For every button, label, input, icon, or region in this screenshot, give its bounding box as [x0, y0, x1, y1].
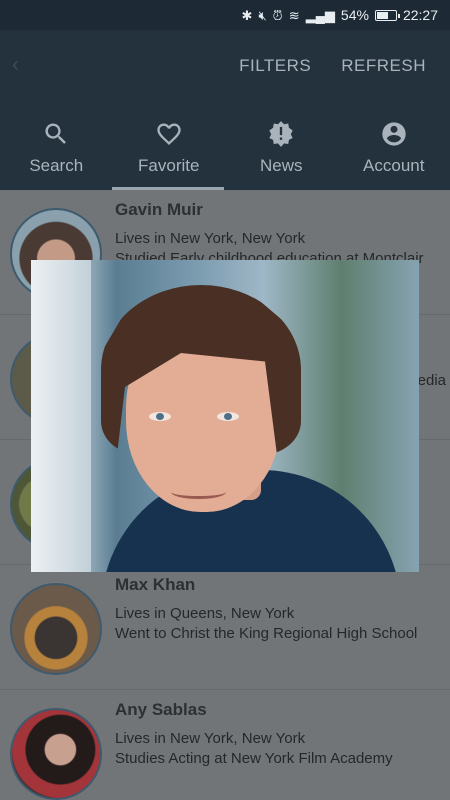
- filters-button[interactable]: FILTERS: [239, 56, 311, 76]
- list-item[interactable]: Max Khan Lives in Queens, New York Went …: [0, 565, 450, 690]
- heart-icon: [157, 123, 181, 145]
- account-icon: [382, 122, 406, 146]
- tab-account-label: Account: [363, 156, 425, 175]
- person-education: Studies Acting at New York Film Academy: [115, 750, 393, 767]
- app-bar-actions: FILTERS REFRESH: [239, 56, 426, 76]
- tab-favorite-label: Favorite: [138, 156, 200, 175]
- photo-left-eye: [149, 412, 171, 421]
- photo-right-eye: [217, 412, 239, 421]
- person-name: Max Khan: [115, 575, 196, 594]
- person-name: Gavin Muir: [115, 200, 203, 219]
- truncated-text: edia: [417, 372, 446, 389]
- alarm-icon: ⏰︎: [272, 7, 283, 23]
- mute-icon: 🔇︎: [258, 7, 267, 23]
- signal-icon: ▂▄▆: [305, 7, 335, 23]
- back-arrow-icon[interactable]: ‹: [12, 54, 19, 77]
- person-location: Lives in Queens, New York: [115, 605, 295, 622]
- search-icon: [45, 123, 67, 144]
- tab-news[interactable]: News: [225, 116, 338, 190]
- person-education: Went to Christ the King Regional High Sc…: [115, 625, 418, 642]
- battery-percent: 54%: [340, 7, 369, 23]
- photo-bright-edge: [31, 260, 91, 572]
- battery-icon: [374, 9, 400, 21]
- tab-news-label: News: [259, 156, 303, 175]
- bluetooth-icon: ✱: [241, 7, 253, 23]
- list-item[interactable]: Any Sablas Lives in New York, New York S…: [0, 690, 450, 800]
- wifi-icon: ≋: [288, 7, 300, 23]
- avatar: [10, 708, 102, 800]
- app-bar: ‹ FILTERS REFRESH Search Favorite News A…: [0, 30, 450, 190]
- status-bar: ✱ 🔇︎ ⏰︎ ≋ ▂▄▆ 54% 22:27: [0, 0, 450, 30]
- enlarged-profile-photo[interactable]: [31, 260, 419, 572]
- tab-search-label: Search: [29, 156, 84, 175]
- avatar: [10, 583, 102, 675]
- tab-favorite[interactable]: Favorite: [113, 116, 226, 190]
- photo-smile: [171, 485, 226, 499]
- person-location: Lives in New York, New York: [115, 230, 306, 247]
- tab-bar: Search Favorite News Account: [0, 116, 450, 190]
- refresh-button[interactable]: REFRESH: [341, 56, 426, 76]
- tab-search[interactable]: Search: [0, 116, 113, 190]
- person-name: Any Sablas: [115, 700, 207, 719]
- status-time: 22:27: [402, 7, 438, 23]
- person-location: Lives in New York, New York: [115, 730, 306, 747]
- alert-badge-icon: [269, 121, 293, 147]
- tab-account[interactable]: Account: [338, 116, 450, 190]
